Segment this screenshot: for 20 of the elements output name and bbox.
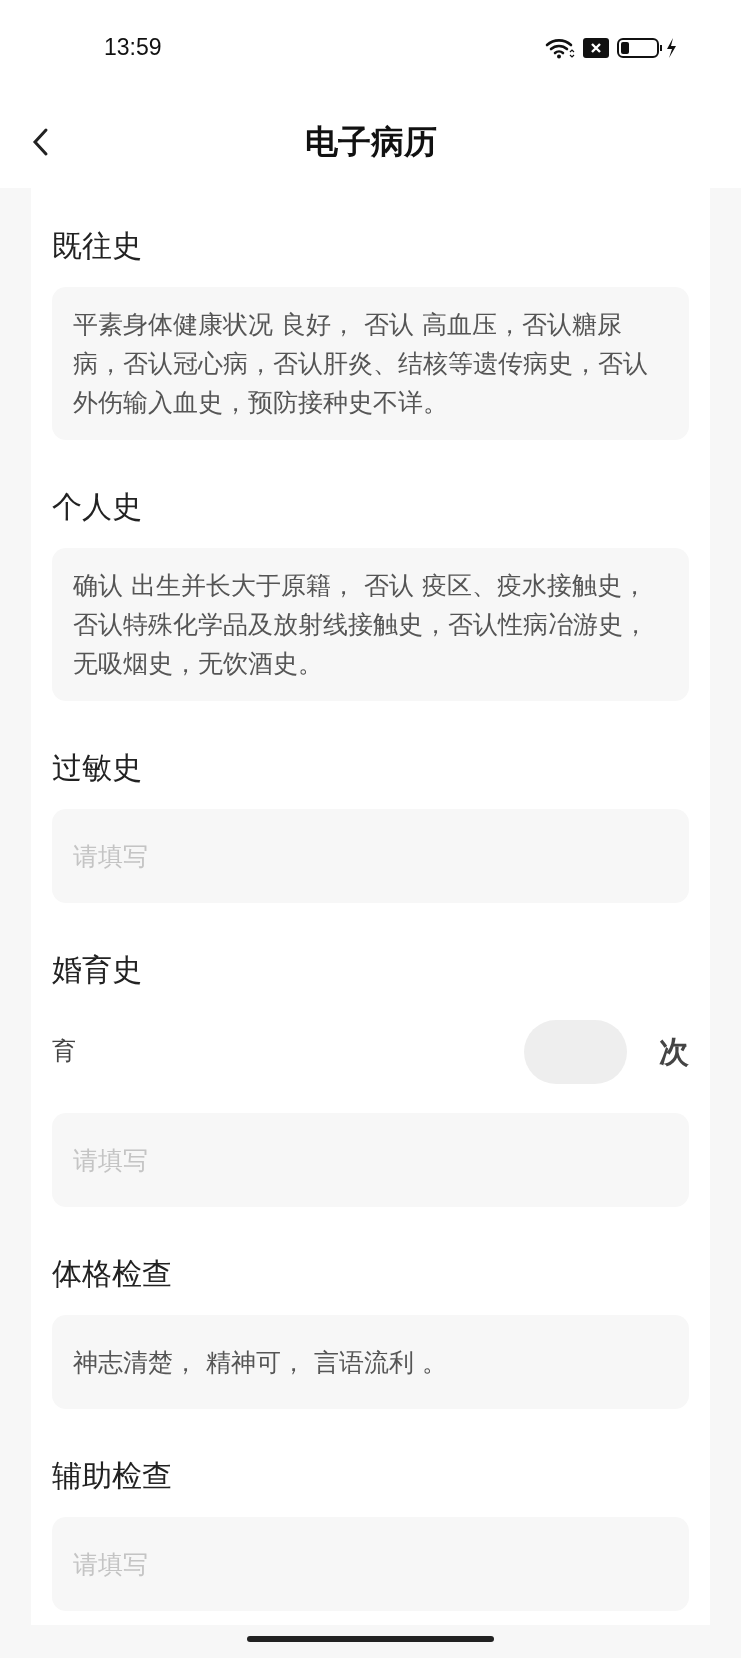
field-value: 确认 出生并长大于原籍， 否认 疫区、疫水接触史，否认特殊化学品及放射线接触史，否认性病冶游史，无吸烟史，无饮酒史。: [73, 570, 649, 680]
section-label: 过敏史: [52, 750, 142, 786]
wifi-icon: [545, 36, 575, 59]
section-label: 个人史: [52, 489, 142, 525]
section-label: 既往史: [52, 228, 142, 264]
section-label: 婚育史: [52, 952, 142, 988]
unit-label: 次: [659, 1034, 689, 1070]
text-field[interactable]: 神志清楚， 精神可， 言语流利 。: [52, 1315, 689, 1409]
sim-icon: [583, 36, 609, 59]
count-label: 育: [52, 1036, 76, 1066]
text-field[interactable]: 平素身体健康状况 良好， 否认 高血压，否认糖尿病，否认冠心病，否认肝炎、结核等遗传病史，否认外伤输入血史，预防接种史不详。: [52, 287, 689, 440]
section-label: 体格检查: [52, 1256, 172, 1292]
field-value: 神志清楚， 精神可， 言语流利 。: [73, 1346, 447, 1379]
status-time: 13:59: [104, 33, 162, 63]
page-title: 电子病历: [304, 120, 437, 163]
text-field[interactable]: 确认 出生并长大于原籍， 否认 疫区、疫水接触史，否认特殊化学品及放射线接触史，否认性病冶游史，无吸烟史，无饮酒史。: [52, 548, 689, 701]
section-label: 辅助检查: [52, 1458, 172, 1494]
back-icon[interactable]: [31, 126, 49, 157]
field-value: 平素身体健康状况 良好， 否认 高血压，否认糖尿病，否认冠心病，否认肝炎、结核等遗传病史，否认外伤输入血史，预防接种史不详。: [73, 309, 649, 419]
battery-charging-icon: [617, 36, 679, 59]
